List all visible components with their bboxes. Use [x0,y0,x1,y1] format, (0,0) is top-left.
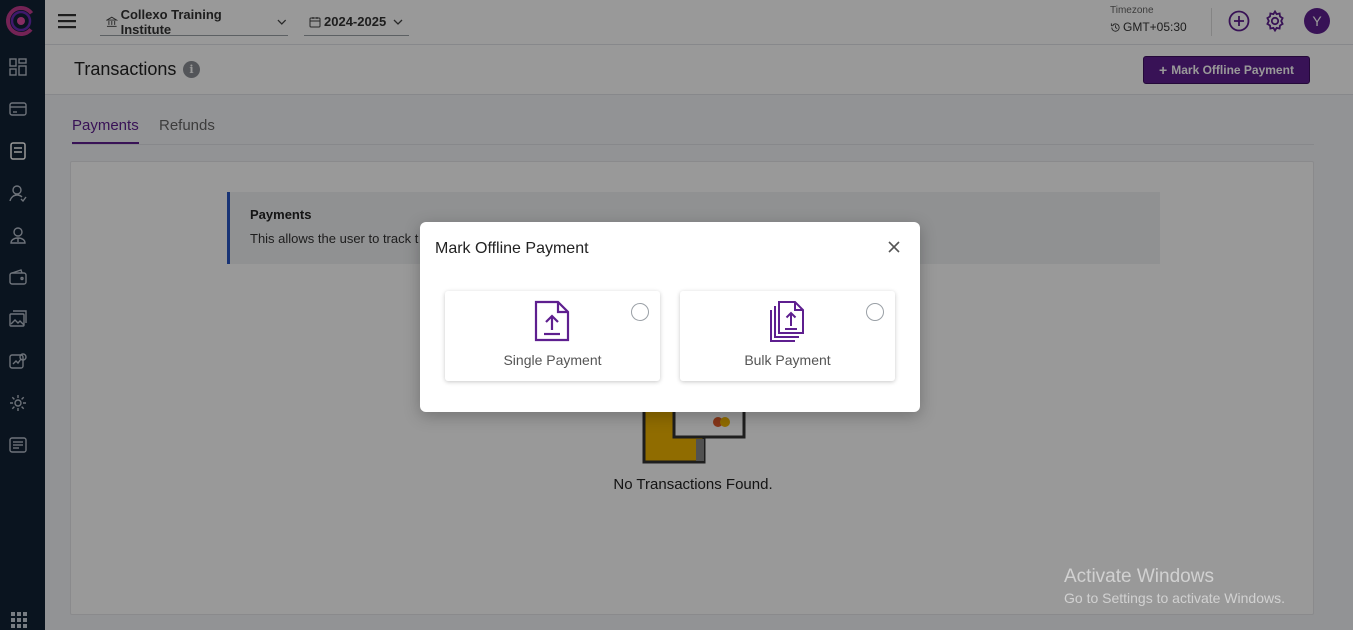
windows-watermark-subtitle: Go to Settings to activate Windows. [1064,590,1285,606]
bulk-payment-option[interactable]: Bulk Payment [680,291,895,381]
files-upload-icon [770,301,804,342]
single-payment-label: Single Payment [503,352,602,368]
close-icon[interactable] [886,239,902,255]
bulk-payment-label: Bulk Payment [744,352,831,368]
file-upload-icon [534,300,570,342]
single-payment-option[interactable]: Single Payment [445,291,660,381]
single-payment-radio[interactable] [631,303,649,321]
bulk-payment-radio[interactable] [866,303,884,321]
mark-offline-payment-modal: Mark Offline Payment Single Payment Bulk… [420,222,920,412]
windows-watermark-title: Activate Windows [1064,566,1214,587]
modal-title: Mark Offline Payment [435,240,589,257]
